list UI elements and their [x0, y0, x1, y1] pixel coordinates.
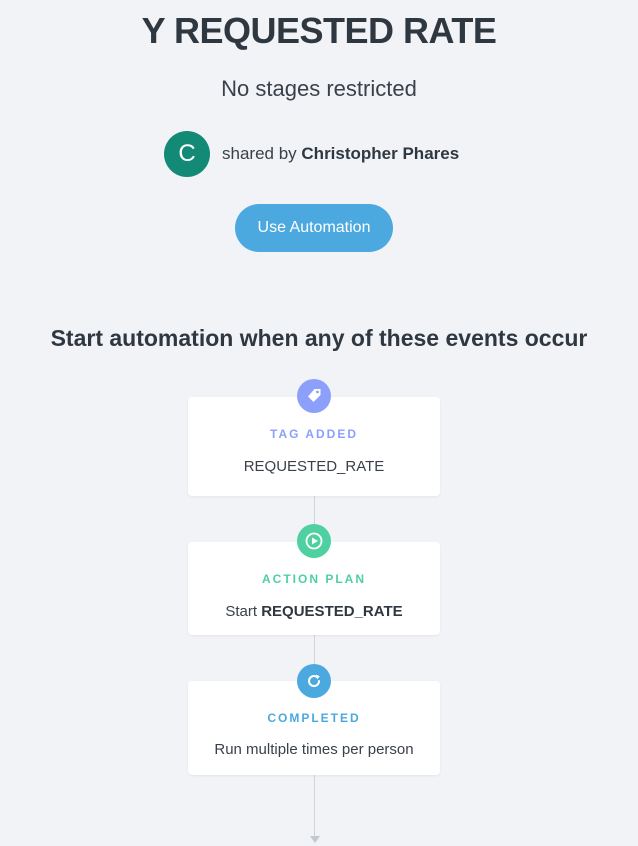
trigger-value: Run multiple times per person	[188, 741, 440, 758]
trigger-value-text: REQUESTED_RATE	[261, 603, 403, 620]
trigger-kicker: TAG ADDED	[270, 427, 358, 441]
author-name: Christopher Phares	[301, 144, 460, 163]
tag-icon	[297, 379, 331, 413]
refresh-icon	[297, 664, 331, 698]
avatar: C	[164, 131, 210, 177]
use-automation-button[interactable]: Use Automation	[235, 204, 393, 252]
triggers-heading: Start automation when any of these event…	[50, 325, 588, 351]
trigger-value-text: REQUESTED_RATE	[243, 458, 385, 475]
trigger-value-text: Run multiple times per person	[214, 741, 414, 758]
trigger-value: Start REQUESTED_RATE	[188, 603, 440, 620]
arrow-down-icon	[310, 836, 320, 843]
trigger-kicker: COMPLETED	[267, 711, 361, 725]
trigger-value: REQUESTED_RATE	[188, 458, 440, 475]
shared-by-label: shared by	[222, 144, 297, 163]
trigger-kicker: ACTION PLAN	[262, 572, 366, 586]
connector-line	[314, 775, 315, 837]
stages-restriction-text: No stages restricted	[221, 76, 417, 101]
trigger-value-prefix: Start	[225, 603, 258, 620]
play-icon	[297, 524, 331, 558]
page-title: Y REQUESTED RATE	[141, 10, 497, 51]
shared-by: C shared by Christopher Phares	[164, 130, 459, 178]
shared-by-text: shared by Christopher Phares	[222, 144, 459, 164]
